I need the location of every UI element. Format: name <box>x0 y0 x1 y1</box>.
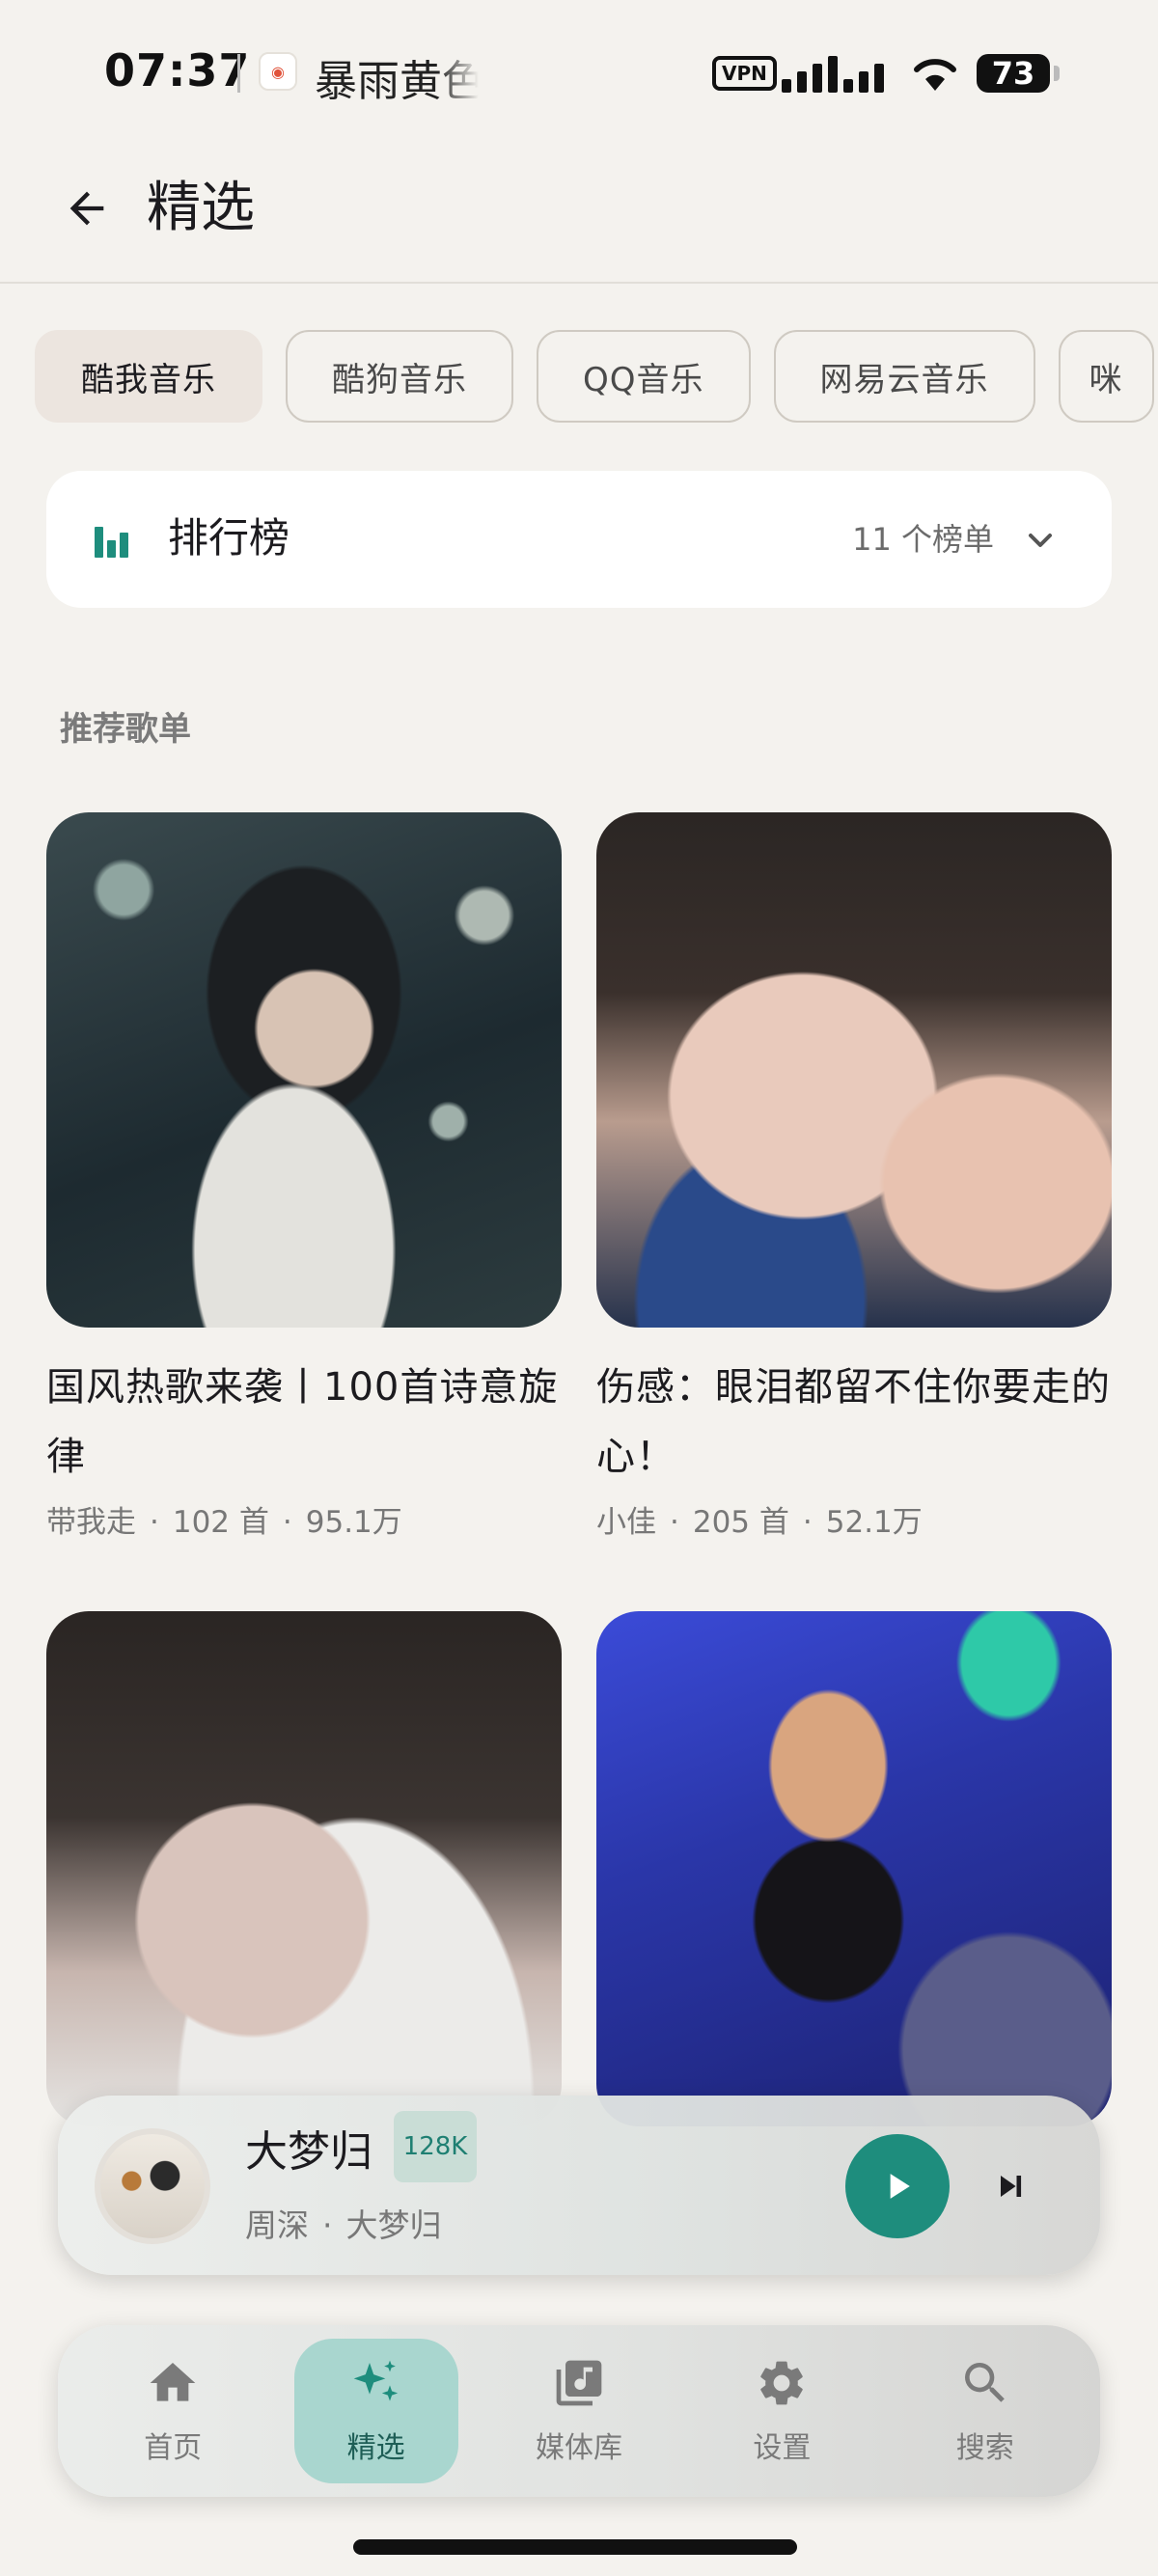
chip-kugou[interactable]: 酷狗音乐 <box>286 330 513 423</box>
bar-chart-icon <box>95 527 128 558</box>
battery-icon: 73 <box>977 54 1060 93</box>
nav-label: 搜索 <box>955 2431 1014 2465</box>
playlist-cover-image <box>596 812 1112 1328</box>
nav-label: 媒体库 <box>535 2431 622 2465</box>
playlist-creator: 小佳 <box>596 1505 656 1540</box>
chip-kuwo[interactable]: 酷我音乐 <box>35 330 262 423</box>
playlist-card[interactable]: 国风热歌来袭丨100首诗意旋律 带我走 · 102 首 · 95.1万 <box>46 812 562 1541</box>
mini-player[interactable]: 大梦归 128K 周深 · 大梦归 <box>58 2096 1100 2275</box>
now-playing-artist: 周深 <box>245 2206 309 2244</box>
leaderboard-title: 排行榜 <box>168 514 290 562</box>
page-title: 精选 <box>147 177 255 239</box>
search-icon <box>964 2363 1005 2402</box>
now-playing-subtitle: 周深 · 大梦归 <box>245 2206 442 2244</box>
nav-item-featured[interactable]: 精选 <box>293 2339 458 2483</box>
nav-label: 精选 <box>346 2431 405 2465</box>
playlist-card[interactable] <box>596 1611 1112 2126</box>
playlist-meta: 带我走 · 102 首 · 95.1万 <box>46 1505 402 1540</box>
app-notification-icon: ◉ <box>259 52 297 91</box>
sparkle-icon <box>353 2360 398 2401</box>
chevron-down-icon[interactable] <box>1021 521 1060 560</box>
nav-label: 首页 <box>144 2431 203 2465</box>
chip-migu[interactable]: 咪 <box>1058 330 1154 423</box>
playlist-card[interactable] <box>46 1611 562 2126</box>
app-bar: 精选 <box>0 145 1158 284</box>
playlist-cover-image <box>596 1611 1112 2126</box>
home-indicator[interactable] <box>353 2539 797 2555</box>
nav-item-settings[interactable]: 设置 <box>700 2339 864 2483</box>
nav-item-home[interactable]: 首页 <box>91 2339 255 2483</box>
signal-icon <box>782 56 884 93</box>
status-notification-text: 暴雨黄色 <box>315 57 479 106</box>
playlist-cover-image <box>46 1611 562 2126</box>
play-button[interactable] <box>845 2134 950 2238</box>
leaderboard-count: 11 个榜单 <box>852 521 994 558</box>
gear-icon <box>760 2361 804 2405</box>
section-title: 推荐歌单 <box>60 710 191 749</box>
now-playing-album: 大梦归 <box>345 2206 442 2244</box>
playlist-play-count: 95.1万 <box>305 1505 402 1540</box>
playlist-song-count: 102 首 <box>172 1505 269 1540</box>
playlist-cover-image <box>46 812 562 1328</box>
play-icon <box>890 2174 910 2199</box>
next-track-button[interactable] <box>984 2159 1038 2213</box>
leaderboard-card[interactable]: 排行榜 11 个榜单 <box>46 471 1112 608</box>
status-time: 07:37 <box>104 44 251 96</box>
skip-next-icon <box>1001 2176 1022 2197</box>
audio-quality-badge: 128K <box>394 2111 477 2182</box>
vpn-icon: VPN <box>712 56 777 91</box>
wifi-icon <box>914 59 956 91</box>
source-chip-row: 酷我音乐 酷狗音乐 QQ音乐 网易云音乐 咪 <box>35 330 1158 425</box>
playlist-creator: 带我走 <box>46 1505 136 1540</box>
nav-item-search[interactable]: 搜索 <box>903 2339 1067 2483</box>
playlist-play-count: 52.1万 <box>825 1505 923 1540</box>
home-icon <box>150 2363 196 2401</box>
bottom-navigation: 首页 精选 媒体库 设置 搜索 <box>58 2325 1100 2497</box>
now-playing-title: 大梦归 <box>245 2127 372 2177</box>
nav-item-library[interactable]: 媒体库 <box>497 2339 661 2483</box>
back-button[interactable] <box>48 170 125 247</box>
status-bar: 07:37 ◉ 暴雨黄色 VPN 73 <box>0 0 1158 145</box>
playlist-meta: 小佳 · 205 首 · 52.1万 <box>596 1505 923 1540</box>
nav-label: 设置 <box>753 2431 812 2465</box>
arrow-left-icon <box>69 191 104 226</box>
chip-qq[interactable]: QQ音乐 <box>537 330 751 423</box>
playlist-card[interactable]: 伤感：眼泪都留不住你要走的心！ 小佳 · 205 首 · 52.1万 <box>596 812 1112 1541</box>
now-playing-album-art <box>95 2128 210 2244</box>
library-icon <box>556 2360 602 2406</box>
playlist-title: 伤感：眼泪都留不住你要走的心！ <box>596 1365 1111 1479</box>
status-divider <box>237 54 240 93</box>
playlist-title: 国风热歌来袭丨100首诗意旋律 <box>46 1365 559 1479</box>
chip-netease[interactable]: 网易云音乐 <box>773 330 1035 423</box>
playlist-song-count: 205 首 <box>692 1505 789 1540</box>
